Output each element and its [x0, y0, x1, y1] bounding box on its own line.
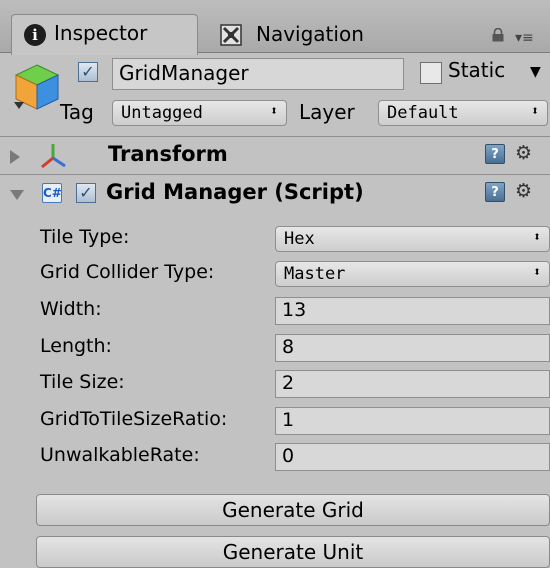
inspector-window: i Inspector Navigation ▾≡ ✓ GridManager … [0, 0, 550, 568]
foldout-expanded-icon[interactable] [10, 190, 24, 200]
tile-type-dropdown[interactable]: Hex ⬍ [275, 226, 550, 252]
generate-unit-button[interactable]: Generate Unit [36, 536, 550, 568]
generate-grid-button[interactable]: Generate Grid [36, 494, 550, 526]
length-label: Length: [40, 335, 112, 357]
tab-inspector-label: Inspector [54, 21, 148, 45]
transform-axes-icon [41, 144, 66, 169]
tab-strip: i Inspector Navigation ▾≡ [0, 0, 550, 55]
unwalkable-rate-label: UnwalkableRate: [40, 444, 200, 466]
layer-label: Layer [299, 100, 355, 124]
updown-arrows-icon: ⬍ [270, 104, 278, 119]
lock-icon[interactable] [491, 28, 505, 42]
tile-size-field[interactable]: 2 [275, 370, 550, 398]
grid-collider-type-dropdown[interactable]: Master ⬍ [275, 261, 550, 287]
grid-collider-type-label: Grid Collider Type: [40, 261, 215, 283]
divider [0, 136, 550, 137]
tag-dropdown-value: Untagged [121, 103, 203, 123]
transform-title: Transform [108, 142, 228, 166]
tile-size-label: Tile Size: [40, 371, 125, 393]
info-icon: i [24, 24, 46, 46]
foldout-collapsed-icon[interactable] [10, 150, 20, 164]
static-checkbox[interactable] [420, 62, 442, 84]
width-label: Width: [40, 298, 102, 320]
divider [0, 174, 550, 175]
tab-menu-icon[interactable]: ▾≡ [515, 30, 534, 46]
width-field[interactable]: 13 [275, 297, 550, 325]
script-icon: C# [42, 183, 62, 203]
tag-label: Tag [60, 100, 94, 124]
gear-icon[interactable]: ⚙ [515, 180, 532, 202]
help-icon[interactable]: ? [485, 182, 505, 202]
layer-dropdown-value: Default [387, 103, 459, 123]
tile-type-label: Tile Type: [40, 226, 130, 248]
tile-type-value: Hex [284, 229, 315, 249]
tag-dropdown[interactable]: Untagged ⬍ [112, 100, 287, 126]
grid-manager-title: Grid Manager (Script) [106, 180, 364, 204]
gameobject-cube-icon [14, 64, 60, 110]
tab-navigation-label: Navigation [256, 22, 364, 46]
tab-inspector[interactable]: i Inspector [11, 14, 198, 55]
layer-dropdown[interactable]: Default ⬍ [378, 100, 548, 126]
static-dropdown-icon[interactable]: ▼ [530, 64, 541, 80]
unwalkable-rate-field[interactable]: 0 [275, 443, 550, 471]
component-enabled-checkbox[interactable]: ✓ [76, 183, 96, 203]
updown-arrows-icon: ⬍ [533, 230, 541, 245]
grid-manager-component-header[interactable]: C# ✓ Grid Manager (Script) ? ⚙ [0, 176, 550, 212]
updown-arrows-icon: ⬍ [533, 265, 541, 280]
static-label: Static [448, 58, 506, 82]
help-icon[interactable]: ? [485, 144, 505, 164]
length-field[interactable]: 8 [275, 334, 550, 362]
gear-icon[interactable]: ⚙ [515, 142, 532, 164]
grid-to-tile-size-ratio-field[interactable]: 1 [275, 407, 550, 435]
grid-to-tile-size-ratio-label: GridToTileSizeRatio: [40, 408, 228, 430]
gameobject-active-checkbox[interactable]: ✓ [78, 62, 98, 82]
updown-arrows-icon: ⬍ [531, 104, 539, 119]
grid-collider-type-value: Master [284, 264, 346, 284]
gameobject-name-field[interactable]: GridManager [112, 58, 404, 90]
navigation-icon [220, 24, 242, 46]
transform-component-header[interactable]: Transform ? ⚙ [0, 138, 550, 174]
